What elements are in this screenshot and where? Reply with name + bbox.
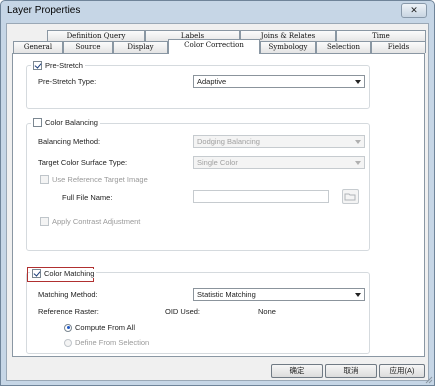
define-from-selection-label: Define From Selection	[75, 338, 150, 347]
dialog-client: Definition Query Labels Joins & Relates …	[6, 23, 429, 381]
use-reference-toggle[interactable]: Use Reference Target Image	[38, 175, 150, 184]
tab-display[interactable]: Display	[113, 41, 168, 53]
contrast-adjust-checkbox[interactable]	[40, 217, 49, 226]
balancing-method-label: Balancing Method:	[38, 137, 101, 146]
color-matching-checkbox[interactable]	[32, 269, 41, 278]
prestretch-type-label: Pre-Stretch Type:	[38, 77, 97, 86]
browse-button[interactable]	[342, 189, 359, 204]
matching-method-label: Matching Method:	[38, 290, 98, 299]
resize-grip-icon[interactable]	[425, 376, 433, 384]
tab-general[interactable]: General	[13, 41, 63, 53]
color-balancing-label: Color Balancing	[45, 118, 98, 127]
dropdown-arrow-icon	[355, 80, 361, 84]
color-balancing-checkbox[interactable]	[33, 118, 42, 127]
compute-from-all-option[interactable]: Compute From All	[62, 323, 137, 332]
layer-properties-window: Layer Properties ✕ Definition Query Labe…	[0, 0, 435, 386]
matching-method-value: Statistic Matching	[197, 290, 256, 299]
color-correction-page: Pre-Stretch Pre-Stretch Type: Adaptive C…	[12, 53, 425, 357]
close-button[interactable]: ✕	[401, 3, 427, 18]
use-reference-checkbox[interactable]	[40, 175, 49, 184]
tab-source[interactable]: Source	[63, 41, 113, 53]
tab-fields[interactable]: Fields	[371, 41, 426, 53]
use-reference-label: Use Reference Target Image	[52, 175, 148, 184]
balancing-method-select[interactable]: Dodging Balancing	[193, 135, 365, 148]
prestretch-type-value: Adaptive	[197, 77, 227, 86]
tab-selection[interactable]: Selection	[316, 41, 371, 53]
tab-color-correction[interactable]: Color Correction	[168, 39, 260, 54]
prestretch-label: Pre-Stretch	[45, 61, 83, 70]
color-balancing-toggle[interactable]: Color Balancing	[31, 118, 100, 127]
target-surface-value: Single Color	[197, 158, 238, 167]
reference-raster-label: Reference Raster:	[38, 307, 99, 316]
dropdown-arrow-icon	[355, 293, 361, 297]
full-file-name-label: Full File Name:	[62, 193, 113, 202]
dropdown-arrow-icon	[355, 140, 361, 144]
define-from-selection-option[interactable]: Define From Selection	[62, 338, 151, 347]
oid-used-label: OID Used:	[165, 307, 201, 316]
color-matching-label: Color Matching	[44, 269, 95, 278]
full-file-name-input[interactable]	[193, 190, 329, 203]
dropdown-arrow-icon	[355, 161, 361, 165]
contrast-adjust-label: Apply Contrast Adjustment	[52, 217, 141, 226]
ok-button[interactable]: 确定	[271, 364, 323, 378]
window-title: Layer Properties	[7, 5, 81, 16]
compute-from-all-label: Compute From All	[75, 323, 136, 332]
apply-button[interactable]: 应用(A)	[379, 364, 425, 378]
folder-icon	[344, 193, 356, 201]
cancel-button[interactable]: 取消	[325, 364, 377, 378]
target-surface-label: Target Color Surface Type:	[38, 158, 128, 167]
tab-symbology[interactable]: Symbology	[260, 41, 316, 53]
color-matching-toggle[interactable]: Color Matching	[30, 269, 97, 278]
compute-from-all-radio[interactable]	[64, 323, 72, 332]
contrast-adjust-toggle[interactable]: Apply Contrast Adjustment	[38, 217, 142, 226]
define-from-selection-radio[interactable]	[64, 338, 72, 347]
close-icon: ✕	[410, 5, 418, 15]
matching-method-select[interactable]: Statistic Matching	[193, 288, 365, 301]
prestretch-toggle[interactable]: Pre-Stretch	[31, 61, 85, 70]
prestretch-type-select[interactable]: Adaptive	[193, 75, 365, 88]
oid-used-value: None	[258, 307, 276, 316]
prestretch-checkbox[interactable]	[33, 61, 42, 70]
title-bar: Layer Properties ✕	[1, 1, 434, 23]
balancing-method-value: Dodging Balancing	[197, 137, 260, 146]
target-surface-select[interactable]: Single Color	[193, 156, 365, 169]
